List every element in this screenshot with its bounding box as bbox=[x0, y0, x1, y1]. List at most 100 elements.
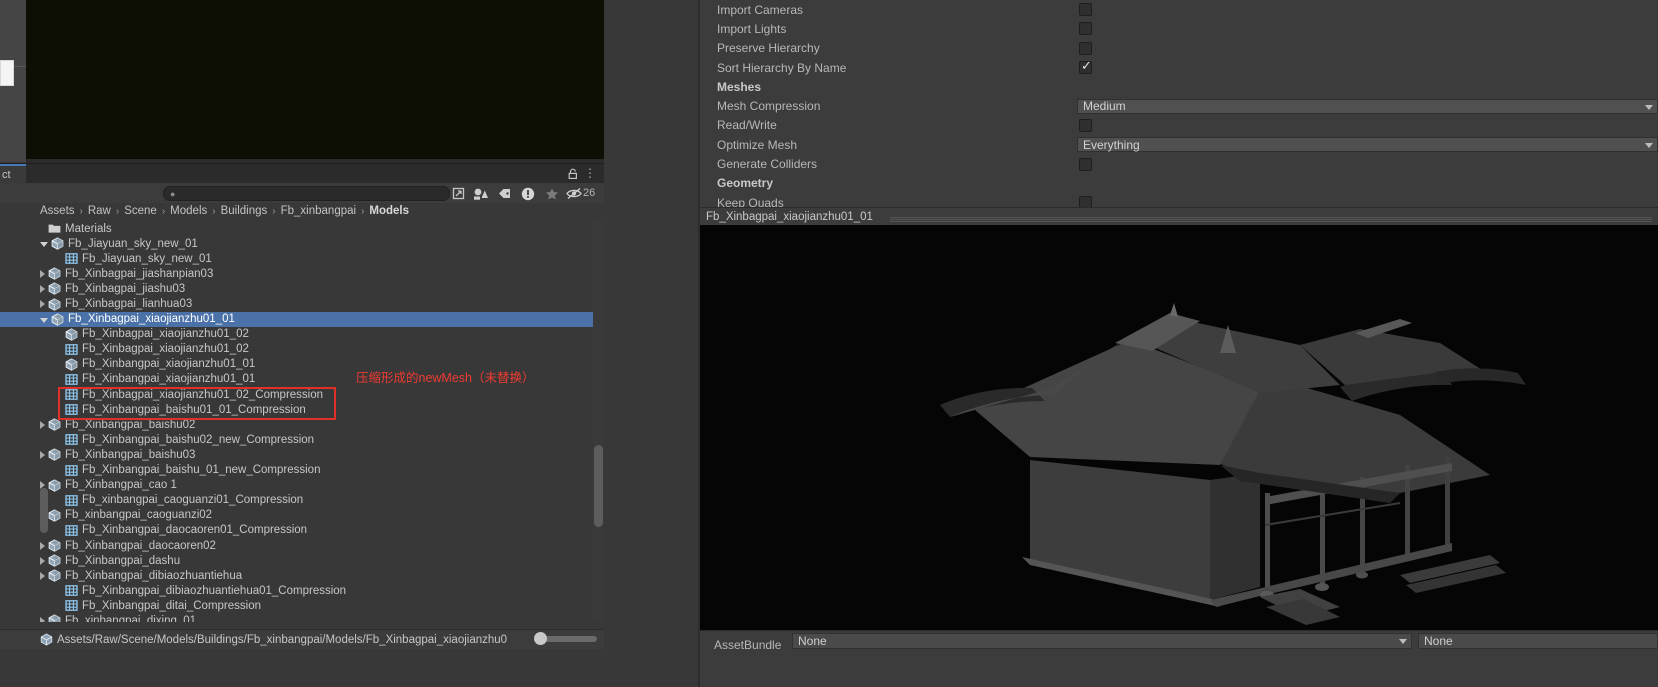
search-popout-icon[interactable] bbox=[447, 185, 469, 202]
tree-row-label: Fb_Xinbangpai_baishu02_new_Compression bbox=[82, 433, 315, 446]
tree-row[interactable]: Fb_Xinbagpai_jiashanpian03 bbox=[0, 266, 604, 281]
tree-expand-arrow[interactable] bbox=[40, 269, 45, 278]
checkbox[interactable] bbox=[1079, 22, 1092, 36]
tree-row[interactable]: Fb_Xinbagpai_jiashu03 bbox=[0, 281, 604, 296]
breadcrumb-item-assets[interactable]: Assets bbox=[40, 205, 75, 217]
field-label: Import Lights bbox=[717, 21, 787, 36]
tree-row[interactable]: Fb_Xinbagpai_xiaojianzhu01_01 bbox=[0, 311, 604, 327]
tree-row[interactable]: Fb_Xinbangpai_ditai_Compression bbox=[0, 598, 604, 613]
tree-expand-arrow[interactable] bbox=[40, 284, 45, 293]
filter-by-type-icon[interactable] bbox=[469, 185, 491, 202]
favorite-star-icon[interactable] bbox=[541, 185, 563, 202]
mesh-icon bbox=[65, 343, 78, 356]
inspector-field-row: Preserve Hierarchy bbox=[700, 39, 1658, 58]
inspector-field-row: Import Lights bbox=[700, 19, 1658, 38]
model-icon bbox=[48, 554, 61, 567]
scene-view-area[interactable] bbox=[26, 0, 604, 159]
mesh-icon bbox=[65, 599, 78, 612]
tree-row[interactable]: Fb_Xinbangpai_cao 1 bbox=[0, 478, 604, 493]
unity-editor-window: ct ⋮ ● 26 Assets › Raw › Scene › Models … bbox=[0, 0, 1658, 687]
tree-row[interactable]: Fb_Xinbangpai_dashu bbox=[0, 553, 604, 568]
thumbnail-size-slider-knob[interactable] bbox=[534, 632, 547, 645]
tree-row[interactable]: Fb_Xinbagpai_lianhua03 bbox=[0, 296, 604, 311]
tree-row[interactable]: Fb_Xinbangpai_daocaoren01_Compression bbox=[0, 523, 604, 538]
tree-row[interactable]: Fb_Xinbagpai_xiaojianzhu01_02_Compressio… bbox=[0, 387, 604, 402]
checkbox[interactable]: ✓ bbox=[1079, 58, 1092, 75]
dropdown[interactable]: Medium bbox=[1077, 98, 1658, 114]
tree-row[interactable]: Fb_xinbangpai_caoguanzi01_Compression bbox=[0, 493, 604, 508]
tree-row[interactable]: Fb_xinbangpai_dixing_01 bbox=[0, 613, 604, 622]
tree-row-label: Fb_Xinbangpai_baishu_01_new_Compression bbox=[82, 464, 321, 477]
gutter-chip[interactable] bbox=[0, 60, 14, 86]
tree-row[interactable]: Fb_Xinbangpai_baishu01_01_Compression bbox=[0, 402, 604, 417]
dropdown[interactable]: Everything bbox=[1077, 137, 1658, 153]
tree-expand-arrow[interactable] bbox=[40, 300, 45, 309]
tree-row[interactable]: Fb_Xinbangpai_baishu_01_new_Compression bbox=[0, 463, 604, 478]
tree-expand-arrow[interactable] bbox=[40, 317, 48, 323]
mesh-icon bbox=[65, 494, 78, 507]
tree-row[interactable]: Fb_Xinbagpai_xiaojianzhu01_02 bbox=[0, 342, 604, 357]
asset-tree[interactable]: Materials Fb_Jiayuan_sky_new_01 Fb_Jiayuan… bbox=[0, 221, 604, 622]
check-icon: ✓ bbox=[1081, 58, 1092, 74]
label-tag-icon[interactable] bbox=[493, 185, 515, 202]
tree-row-label: Fb_Xinbagpai_xiaojianzhu01_02 bbox=[82, 343, 249, 356]
tree-expand-arrow[interactable] bbox=[40, 556, 45, 565]
lock-icon[interactable] bbox=[567, 168, 579, 180]
field-label: Read/Write bbox=[717, 118, 777, 133]
dropdown-value: Everything bbox=[1083, 137, 1140, 152]
tree-row-label: Fb_Xinbangpai_daocaoren01_Compression bbox=[82, 524, 308, 537]
tree-expand-arrow[interactable] bbox=[40, 616, 45, 622]
tree-row[interactable]: Fb_Xinbangpai_daocaoren02 bbox=[0, 538, 604, 553]
breadcrumb-separator: › bbox=[212, 205, 216, 217]
hidden-items-eye-icon[interactable] bbox=[563, 185, 585, 202]
inspector-field-row: Read/Write bbox=[700, 116, 1658, 135]
tree-row[interactable]: Fb_Jiayuan_sky_new_01 bbox=[0, 236, 604, 251]
tree-expand-arrow[interactable] bbox=[40, 571, 45, 580]
tree-expand-arrow[interactable] bbox=[40, 242, 48, 248]
tab-project[interactable]: ct bbox=[0, 164, 26, 184]
tree-expand-arrow[interactable] bbox=[40, 541, 45, 550]
tree-scrollbar-thumb[interactable] bbox=[594, 445, 603, 527]
checkbox[interactable] bbox=[1079, 3, 1092, 17]
breadcrumb-item-models[interactable]: Models bbox=[170, 205, 207, 217]
tree-row[interactable]: Materials bbox=[0, 221, 604, 236]
tree-row[interactable]: Fb_Xinbangpai_baishu03 bbox=[0, 447, 604, 462]
model-icon bbox=[48, 539, 61, 552]
mesh-icon bbox=[65, 403, 78, 416]
tree-inner-scrollbar-thumb[interactable] bbox=[40, 488, 48, 533]
model-icon bbox=[48, 479, 61, 492]
checkbox[interactable] bbox=[1079, 41, 1092, 55]
project-window: ct ⋮ ● 26 Assets › Raw › Scene › Models … bbox=[0, 0, 604, 687]
tree-row-label: Fb_Xinbagpai_xiaojianzhu01_01 bbox=[68, 313, 235, 326]
tree-row[interactable]: Fb_Xinbangpai_baishu02 bbox=[0, 417, 604, 432]
panel-menu-icon[interactable]: ⋮ bbox=[584, 167, 596, 179]
model-preview-canvas[interactable] bbox=[700, 225, 1658, 630]
breadcrumb-item-buildings[interactable]: Buildings bbox=[221, 205, 268, 217]
tree-row[interactable]: Fb_Xinbagpai_xiaojianzhu01_02 bbox=[0, 327, 604, 342]
tree-scrollbar-track[interactable] bbox=[593, 221, 604, 622]
checkbox[interactable] bbox=[1079, 118, 1092, 132]
tree-expand-arrow[interactable] bbox=[40, 450, 45, 459]
checkbox[interactable] bbox=[1079, 157, 1092, 171]
status-bar: Assets/Raw/Scene/Models/Buildings/Fb_xin… bbox=[0, 629, 604, 649]
pavilion-model-render bbox=[700, 225, 1658, 630]
field-label: Generate Colliders bbox=[717, 157, 818, 172]
tree-expand-arrow[interactable] bbox=[40, 420, 45, 429]
tree-row[interactable]: Fb_Jiayuan_sky_new_01 bbox=[0, 251, 604, 266]
search-field[interactable]: ● bbox=[163, 186, 450, 201]
tree-row[interactable]: Fb_Xinbangpai_dibiaozhuantiehua01_Compre… bbox=[0, 583, 604, 598]
search-input[interactable] bbox=[175, 187, 449, 200]
tree-row-label: Fb_xinbangpai_caoguanzi02 bbox=[65, 509, 213, 522]
breadcrumb-item-models[interactable]: Models bbox=[369, 205, 409, 217]
breadcrumb-item-fb_xinbangpai[interactable]: Fb_xinbangpai bbox=[281, 205, 356, 217]
tree-row[interactable]: Fb_Xinbangpai_baishu02_new_Compression bbox=[0, 432, 604, 447]
tree-row[interactable]: Fb_xinbangpai_caoguanzi02 bbox=[0, 508, 604, 523]
warning-icon[interactable] bbox=[517, 185, 539, 202]
tree-row-label: Fb_xinbangpai_dixing_01 bbox=[65, 614, 197, 622]
model-import-settings: Import Cameras Import Lights Preserve Hier… bbox=[700, 0, 1658, 210]
assetbundle-variant-dropdown[interactable]: None bbox=[1418, 633, 1658, 649]
assetbundle-name-dropdown[interactable]: None bbox=[792, 633, 1412, 649]
tree-row[interactable]: Fb_Xinbangpai_dibiaozhuantiehua bbox=[0, 568, 604, 583]
breadcrumb-item-scene[interactable]: Scene bbox=[124, 205, 157, 217]
breadcrumb-item-raw[interactable]: Raw bbox=[88, 205, 111, 217]
